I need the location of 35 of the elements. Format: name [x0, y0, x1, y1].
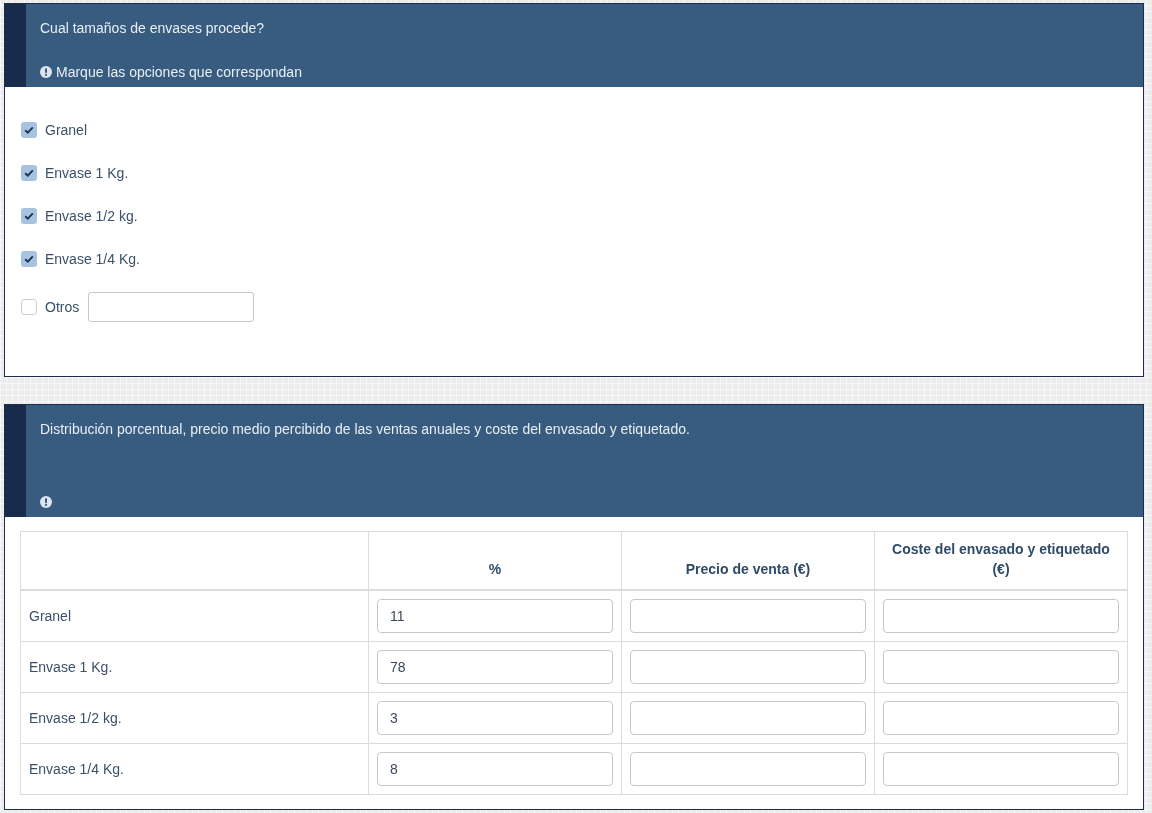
column-header: %	[488, 560, 502, 579]
input-field[interactable]	[883, 701, 1119, 735]
option-label: Envase 1/4 Kg.	[45, 250, 140, 269]
option-label: Envase 1/2 kg.	[45, 207, 138, 226]
exclamation-circle-icon	[40, 496, 52, 508]
row-label: Envase 1/4 Kg.	[29, 761, 124, 777]
input-field[interactable]	[883, 752, 1119, 786]
input-field[interactable]: 8	[377, 752, 613, 786]
input-field[interactable]: 3	[377, 701, 613, 735]
input-field[interactable]	[883, 599, 1119, 633]
row-label: Granel	[29, 608, 72, 624]
column-header: Coste del envasado y etiquetado (€)	[891, 540, 1111, 579]
checkbox[interactable]	[21, 299, 37, 315]
checkbox[interactable]	[21, 208, 37, 224]
question-title: Cual tamaños de envases procede?	[40, 19, 266, 38]
input-field[interactable]	[883, 650, 1119, 684]
row-label: Envase 1/2 kg.	[29, 710, 122, 726]
input-field[interactable]	[630, 599, 866, 633]
question-title: Distribución porcentual, precio medio percibido de las ventas anuales y coste del envasado y etiquetado.	[40, 420, 691, 439]
input-field[interactable]	[88, 292, 255, 322]
checkbox[interactable]	[21, 122, 37, 138]
input-field[interactable]: 78	[377, 650, 613, 684]
option-label: Granel	[45, 121, 88, 140]
checkbox[interactable]	[21, 165, 37, 181]
input-field[interactable]	[630, 701, 866, 735]
input-field[interactable]	[630, 650, 866, 684]
question-hint: Marque las opciones que correspondan	[56, 63, 302, 82]
input-field[interactable]	[630, 752, 866, 786]
row-label: Envase 1 Kg.	[29, 659, 113, 675]
option-label: Otros	[45, 298, 80, 317]
option-label: Envase 1 Kg.	[45, 164, 129, 183]
column-header: Precio de venta (€)	[685, 560, 811, 579]
exclamation-circle-icon	[40, 66, 52, 78]
input-field[interactable]: 11	[377, 599, 613, 633]
checkbox[interactable]	[21, 251, 37, 267]
